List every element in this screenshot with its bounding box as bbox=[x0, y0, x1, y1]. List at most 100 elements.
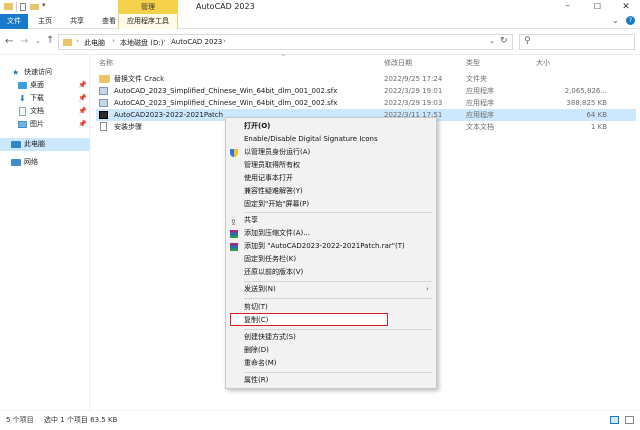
crumb-separator-icon[interactable]: › bbox=[76, 37, 79, 45]
nav-item-desktop[interactable]: 桌面 📌 bbox=[0, 79, 90, 92]
file-type: 应用程序 bbox=[466, 87, 494, 95]
menu-item-share[interactable]: ⇪ 共享 bbox=[226, 214, 436, 227]
menu-item-properties[interactable]: 属性(R) bbox=[226, 374, 436, 387]
desktop-icon bbox=[18, 82, 27, 89]
close-button[interactable]: ✕ bbox=[612, 0, 640, 14]
menu-item-label: 重命名(M) bbox=[244, 359, 277, 367]
column-header-type[interactable]: 类型 bbox=[466, 58, 480, 68]
archive-icon bbox=[230, 230, 238, 238]
menu-separator bbox=[244, 372, 432, 373]
back-arrow-icon[interactable]: ← bbox=[5, 36, 13, 47]
up-arrow-icon[interactable]: ↑ bbox=[46, 35, 54, 46]
crumb-autocad[interactable]: AutoCAD 2023 bbox=[171, 38, 222, 46]
menu-separator bbox=[244, 212, 432, 213]
menu-item-create-shortcut[interactable]: 创建快捷方式(S) bbox=[226, 331, 436, 344]
crumb-this-pc[interactable]: 此电脑 bbox=[84, 38, 105, 48]
menu-item-label: 以管理员身份运行(A) bbox=[244, 148, 311, 156]
menu-item-add-archive[interactable]: 添加到压缩文件(A)... bbox=[226, 227, 436, 240]
tab-app-tools[interactable]: 应用程序工具 bbox=[118, 14, 178, 29]
minimize-button[interactable]: – bbox=[553, 0, 582, 14]
file-date: 2022/9/25 17:24 bbox=[384, 75, 443, 83]
table-row[interactable]: 替换文件 Crack 2022/9/25 17:24 文件夹 bbox=[96, 73, 636, 85]
status-bar: 5 个项目 选中 1 个项目 63.5 KB bbox=[0, 410, 640, 429]
refresh-icon[interactable]: ↻ bbox=[500, 36, 508, 46]
maximize-button[interactable]: ☐ bbox=[583, 0, 612, 14]
menu-item-add-rar[interactable]: 添加到 "AutoCAD2023-2022-2021Patch.rar"(T) bbox=[226, 240, 436, 253]
table-row[interactable]: AutoCAD_2023_Simplified_Chinese_Win_64bi… bbox=[96, 97, 636, 109]
status-item-count: 5 个项目 bbox=[6, 416, 34, 424]
file-date: 2022/3/29 19:01 bbox=[384, 87, 443, 95]
properties-quick-icon[interactable] bbox=[20, 3, 26, 11]
column-header-date[interactable]: 修改日期 bbox=[384, 58, 412, 68]
tab-home[interactable]: 主页 bbox=[30, 14, 60, 29]
menu-item-send-to[interactable]: 发送到(N) › bbox=[226, 283, 436, 296]
nav-item-label: 快速访问 bbox=[24, 68, 52, 76]
nav-item-network[interactable]: 网络 bbox=[0, 156, 90, 169]
nav-item-label: 图片 bbox=[30, 120, 44, 128]
menu-item-open[interactable]: 打开(O) bbox=[226, 120, 436, 133]
pin-icon[interactable]: 📌 bbox=[78, 92, 87, 105]
recent-locations-icon[interactable]: ⌄ bbox=[35, 37, 41, 45]
crumb-separator-icon[interactable]: › bbox=[163, 37, 166, 45]
file-size: 2,065,826... bbox=[564, 87, 607, 95]
menu-item-take-ownership[interactable]: 管理员取得所有权 bbox=[226, 159, 436, 172]
pin-icon[interactable]: 📌 bbox=[78, 79, 87, 92]
menu-item-copy[interactable]: 复制(C) bbox=[230, 313, 388, 326]
ribbon-collapse-icon[interactable]: ⌄ bbox=[612, 16, 619, 25]
large-icons-view-icon[interactable] bbox=[625, 416, 634, 424]
status-selection: 选中 1 个项目 63.5 KB bbox=[44, 416, 118, 424]
nav-item-downloads[interactable]: ⬇ 下载 📌 bbox=[0, 92, 90, 105]
menu-item-compatibility[interactable]: 兼容性疑难解答(Y) bbox=[226, 185, 436, 198]
pin-icon[interactable]: 📌 bbox=[78, 118, 87, 131]
star-icon: ★ bbox=[12, 68, 20, 77]
menu-separator bbox=[244, 329, 432, 330]
new-folder-quick-icon[interactable] bbox=[30, 4, 39, 10]
file-date: 2022/3/29 19:03 bbox=[384, 99, 443, 107]
tab-file[interactable]: 文件 bbox=[0, 14, 28, 29]
menu-item-delete[interactable]: 删除(D) bbox=[226, 344, 436, 357]
file-type: 文本文档 bbox=[466, 123, 494, 131]
nav-item-label: 桌面 bbox=[30, 81, 44, 89]
menu-item-label: 还原以前的版本(V) bbox=[244, 268, 304, 276]
file-name: AutoCAD_2023_Simplified_Chinese_Win_64bi… bbox=[114, 87, 338, 95]
menu-item-run-as-admin[interactable]: 以管理员身份运行(A) bbox=[226, 146, 436, 159]
nav-item-pictures[interactable]: 图片 📌 bbox=[0, 118, 90, 131]
column-header-size[interactable]: 大小 bbox=[536, 58, 550, 68]
address-bar[interactable]: › 此电脑 › 本地磁盘 (D:) › AutoCAD 2023 › ⌄ ↻ bbox=[58, 34, 513, 50]
menu-item-label: 属性(R) bbox=[244, 376, 269, 384]
network-icon bbox=[11, 159, 21, 166]
help-icon[interactable]: ? bbox=[626, 16, 635, 25]
crumb-separator-icon[interactable]: › bbox=[223, 37, 226, 45]
crumb-separator-icon[interactable]: › bbox=[112, 37, 115, 45]
nav-item-documents[interactable]: 文档 📌 bbox=[0, 105, 90, 118]
tab-share[interactable]: 共享 bbox=[62, 14, 92, 29]
file-size: 388,825 KB bbox=[566, 99, 607, 107]
nav-item-quick-access[interactable]: ★ 快速访问 bbox=[0, 66, 90, 79]
menu-item-label: 兼容性疑难解答(Y) bbox=[244, 187, 303, 195]
menu-item-restore-versions[interactable]: 还原以前的版本(V) bbox=[226, 266, 436, 279]
table-row[interactable]: AutoCAD_2023_Simplified_Chinese_Win_64bi… bbox=[96, 85, 636, 97]
crumb-local-disk[interactable]: 本地磁盘 (D:) bbox=[120, 38, 163, 48]
shield-icon bbox=[230, 149, 238, 157]
ribbon-tabs: 文件 主页 共享 查看 应用程序工具 ⌄ ? bbox=[0, 14, 640, 29]
menu-item-rename[interactable]: 重命名(M) bbox=[226, 357, 436, 370]
file-name: AutoCAD2023-2022-2021Patch bbox=[114, 111, 224, 119]
menu-item-label: 管理员取得所有权 bbox=[244, 161, 300, 169]
menu-separator bbox=[244, 281, 432, 282]
nav-item-this-pc[interactable]: 此电脑 bbox=[0, 138, 90, 151]
quick-access-dropdown-icon[interactable]: ▾ bbox=[42, 1, 46, 9]
menu-item-pin-start[interactable]: 固定到"开始"屏幕(P) bbox=[226, 198, 436, 211]
search-input[interactable]: ⚲ bbox=[519, 34, 635, 50]
menu-item-label: 固定到任务栏(K) bbox=[244, 255, 297, 263]
forward-arrow-icon[interactable]: → bbox=[20, 36, 28, 47]
pin-icon[interactable]: 📌 bbox=[78, 105, 87, 118]
menu-item-label: Enable/Disable Digital Signature Icons bbox=[244, 135, 378, 143]
menu-item-open-notepad[interactable]: 使用记事本打开 bbox=[226, 172, 436, 185]
menu-item-digital-signature[interactable]: Enable/Disable Digital Signature Icons bbox=[226, 133, 436, 146]
navigation-bar: ← → ⌄ ↑ › 此电脑 › 本地磁盘 (D:) › AutoCAD 2023… bbox=[0, 29, 640, 55]
details-view-icon[interactable] bbox=[610, 416, 619, 424]
address-dropdown-icon[interactable]: ⌄ bbox=[489, 37, 495, 45]
column-header-name[interactable]: 名称 bbox=[99, 58, 113, 68]
quick-access-separator bbox=[16, 2, 17, 12]
menu-item-pin-taskbar[interactable]: 固定到任务栏(K) bbox=[226, 253, 436, 266]
